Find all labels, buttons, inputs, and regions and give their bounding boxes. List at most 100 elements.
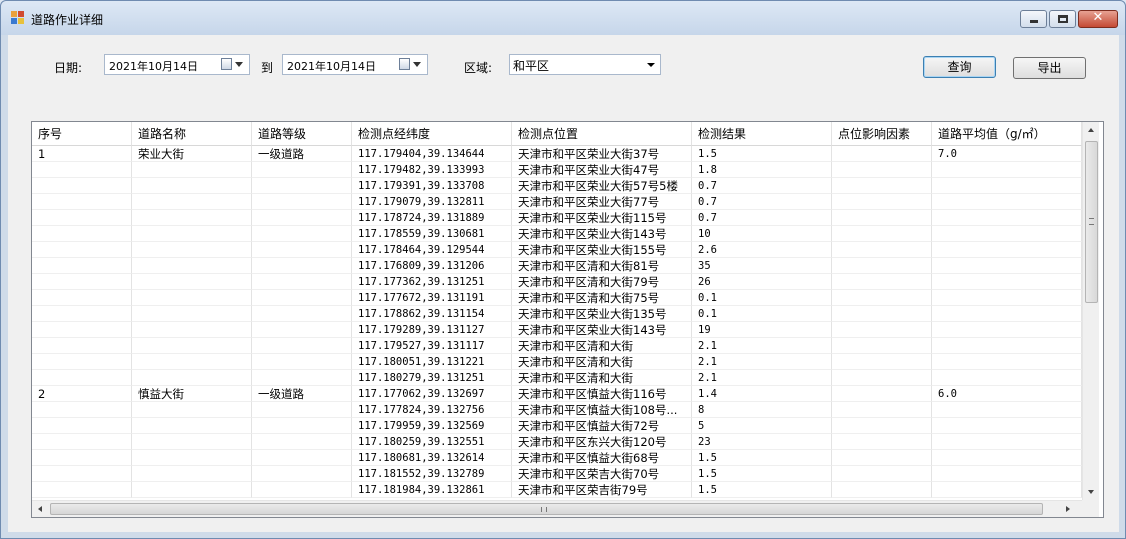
cell-col-result: 19 (692, 322, 832, 338)
table-row[interactable]: 117.176809,39.131206 天津市和平区清和大街81号 35 (32, 258, 1082, 274)
table-row[interactable]: 117.177672,39.131191 天津市和平区清和大街75号 0.1 (32, 290, 1082, 306)
cell-col-road-grade (252, 226, 352, 242)
cell-col-average (932, 450, 1082, 466)
cell-col-coordinates: 117.178862,39.131154 (352, 306, 512, 322)
header-col-coordinates[interactable]: 检测点经纬度 (352, 122, 512, 146)
horizontal-scroll-thumb[interactable] (50, 503, 1043, 515)
minimize-button[interactable] (1020, 10, 1047, 28)
table-row[interactable]: 117.177824,39.132756 天津市和平区慎益大街108号... 8 (32, 402, 1082, 418)
table-row[interactable]: 117.178559,39.130681 天津市和平区荣业大街143号 10 (32, 226, 1082, 242)
table-row[interactable]: 117.180259,39.132551 天津市和平区东兴大街120号 23 (32, 434, 1082, 450)
table-row[interactable]: 117.181552,39.132789 天津市和平区荣吉大街70号 1.5 (32, 466, 1082, 482)
minimize-icon (1030, 20, 1038, 23)
cell-col-road-name (132, 178, 252, 194)
export-button[interactable]: 导出 (1013, 57, 1086, 79)
cell-col-coordinates: 117.180279,39.131251 (352, 370, 512, 386)
cell-col-index (32, 402, 132, 418)
table-row[interactable]: 117.179391,39.133708 天津市和平区荣业大街57号5楼 0.7 (32, 178, 1082, 194)
cell-col-result: 0.1 (692, 306, 832, 322)
cell-col-coordinates: 117.176809,39.131206 (352, 258, 512, 274)
table-row[interactable]: 2 慎益大街 一级道路 117.177062,39.132697 天津市和平区慎益大街1… (32, 386, 1082, 402)
date-from-picker[interactable]: 2021年10月14日 (104, 54, 250, 75)
cell-col-average (932, 402, 1082, 418)
cell-col-coordinates: 117.178724,39.131889 (352, 210, 512, 226)
cell-col-coordinates: 117.179391,39.133708 (352, 178, 512, 194)
date-label: 日期: (54, 61, 83, 75)
scroll-right-icon[interactable] (1066, 506, 1070, 512)
table-row[interactable]: 117.180051,39.131221 天津市和平区清和大街 2.1 (32, 354, 1082, 370)
table-row[interactable]: 117.179527,39.131117 天津市和平区清和大街 2.1 (32, 338, 1082, 354)
header-col-average[interactable]: 道路平均值（g/㎡） (932, 122, 1082, 146)
scroll-left-icon[interactable] (38, 506, 42, 512)
title-bar[interactable]: 道路作业详细 ✕ (1, 1, 1125, 35)
cell-col-index (32, 482, 132, 498)
header-col-index[interactable]: 序号 (32, 122, 132, 146)
table-row[interactable]: 117.179289,39.131127 天津市和平区荣业大街143号 19 (32, 322, 1082, 338)
cell-col-road-grade (252, 274, 352, 290)
calendar-dropdown-icon[interactable] (399, 58, 423, 71)
cell-col-factors (832, 162, 932, 178)
header-col-factors[interactable]: 点位影响因素 (832, 122, 932, 146)
cell-col-factors (832, 178, 932, 194)
cell-col-index (32, 418, 132, 434)
cell-col-road-grade (252, 162, 352, 178)
cell-col-average (932, 162, 1082, 178)
cell-col-factors (832, 242, 932, 258)
cell-col-location: 天津市和平区清和大街 (512, 370, 692, 386)
table-row[interactable]: 117.178724,39.131889 天津市和平区荣业大街115号 0.7 (32, 210, 1082, 226)
cell-col-road-grade (252, 178, 352, 194)
vertical-scroll-thumb[interactable] (1085, 141, 1098, 303)
maximize-button[interactable] (1049, 10, 1076, 28)
close-button[interactable]: ✕ (1078, 10, 1118, 28)
scroll-down-icon[interactable] (1088, 490, 1094, 494)
cell-col-location: 天津市和平区荣业大街143号 (512, 322, 692, 338)
cell-col-factors (832, 450, 932, 466)
cell-col-average (932, 482, 1082, 498)
vertical-scrollbar[interactable] (1082, 122, 1099, 500)
table-row[interactable]: 117.181984,39.132861 天津市和平区荣吉街79号 1.5 (32, 482, 1082, 498)
cell-col-index: 1 (32, 146, 132, 162)
query-button[interactable]: 查询 (923, 56, 996, 78)
cell-col-coordinates: 117.180259,39.132551 (352, 434, 512, 450)
cell-col-road-name (132, 322, 252, 338)
data-grid[interactable]: 序号 道路名称 道路等级 检测点经纬度 检测点位置 检测结果 点位影响因素 道路平均值（g/㎡… (31, 121, 1104, 518)
cell-col-road-name (132, 402, 252, 418)
cell-col-result: 0.7 (692, 210, 832, 226)
cell-col-coordinates: 117.179959,39.132569 (352, 418, 512, 434)
table-row[interactable]: 117.180681,39.132614 天津市和平区慎益大街68号 1.5 (32, 450, 1082, 466)
scroll-up-icon[interactable] (1088, 128, 1094, 132)
table-row[interactable]: 1 荣业大街 一级道路 117.179404,39.134644 天津市和平区荣业大街3… (32, 146, 1082, 162)
table-row[interactable]: 117.177362,39.131251 天津市和平区清和大街79号 26 (32, 274, 1082, 290)
table-row[interactable]: 117.178862,39.131154 天津市和平区荣业大街135号 0.1 (32, 306, 1082, 322)
horizontal-scrollbar[interactable] (32, 500, 1082, 517)
main-window: 道路作业详细 ✕ 日期: 2021年10月14日 到 2021年10月14日 区… (0, 0, 1126, 539)
header-col-road-grade[interactable]: 道路等级 (252, 122, 352, 146)
close-icon: ✕ (1092, 10, 1104, 25)
calendar-dropdown-icon[interactable] (221, 58, 245, 71)
cell-col-factors (832, 274, 932, 290)
header-col-location[interactable]: 检测点位置 (512, 122, 692, 146)
cell-col-road-grade (252, 402, 352, 418)
area-select[interactable]: 和平区 (509, 54, 661, 75)
cell-col-index (32, 290, 132, 306)
header-col-result[interactable]: 检测结果 (692, 122, 832, 146)
window-title: 道路作业详细 (31, 13, 104, 27)
cell-col-index (32, 354, 132, 370)
table-row[interactable]: 117.179482,39.133993 天津市和平区荣业大街47号 1.8 (32, 162, 1082, 178)
grid-body: 1 荣业大街 一级道路 117.179404,39.134644 天津市和平区荣业大街3… (32, 146, 1082, 498)
cell-col-factors (832, 322, 932, 338)
table-row[interactable]: 117.179079,39.132811 天津市和平区荣业大街77号 0.7 (32, 194, 1082, 210)
cell-col-index (32, 242, 132, 258)
header-col-road-name[interactable]: 道路名称 (132, 122, 252, 146)
cell-col-average (932, 322, 1082, 338)
cell-col-road-grade (252, 338, 352, 354)
maximize-icon (1058, 15, 1068, 23)
cell-col-result: 1.5 (692, 450, 832, 466)
table-row[interactable]: 117.179959,39.132569 天津市和平区慎益大街72号 5 (32, 418, 1082, 434)
cell-col-factors (832, 354, 932, 370)
table-row[interactable]: 117.178464,39.129544 天津市和平区荣业大街155号 2.6 (32, 242, 1082, 258)
date-to-picker[interactable]: 2021年10月14日 (282, 54, 428, 75)
cell-col-result: 1.5 (692, 146, 832, 162)
table-row[interactable]: 117.180279,39.131251 天津市和平区清和大街 2.1 (32, 370, 1082, 386)
cell-col-result: 1.5 (692, 466, 832, 482)
